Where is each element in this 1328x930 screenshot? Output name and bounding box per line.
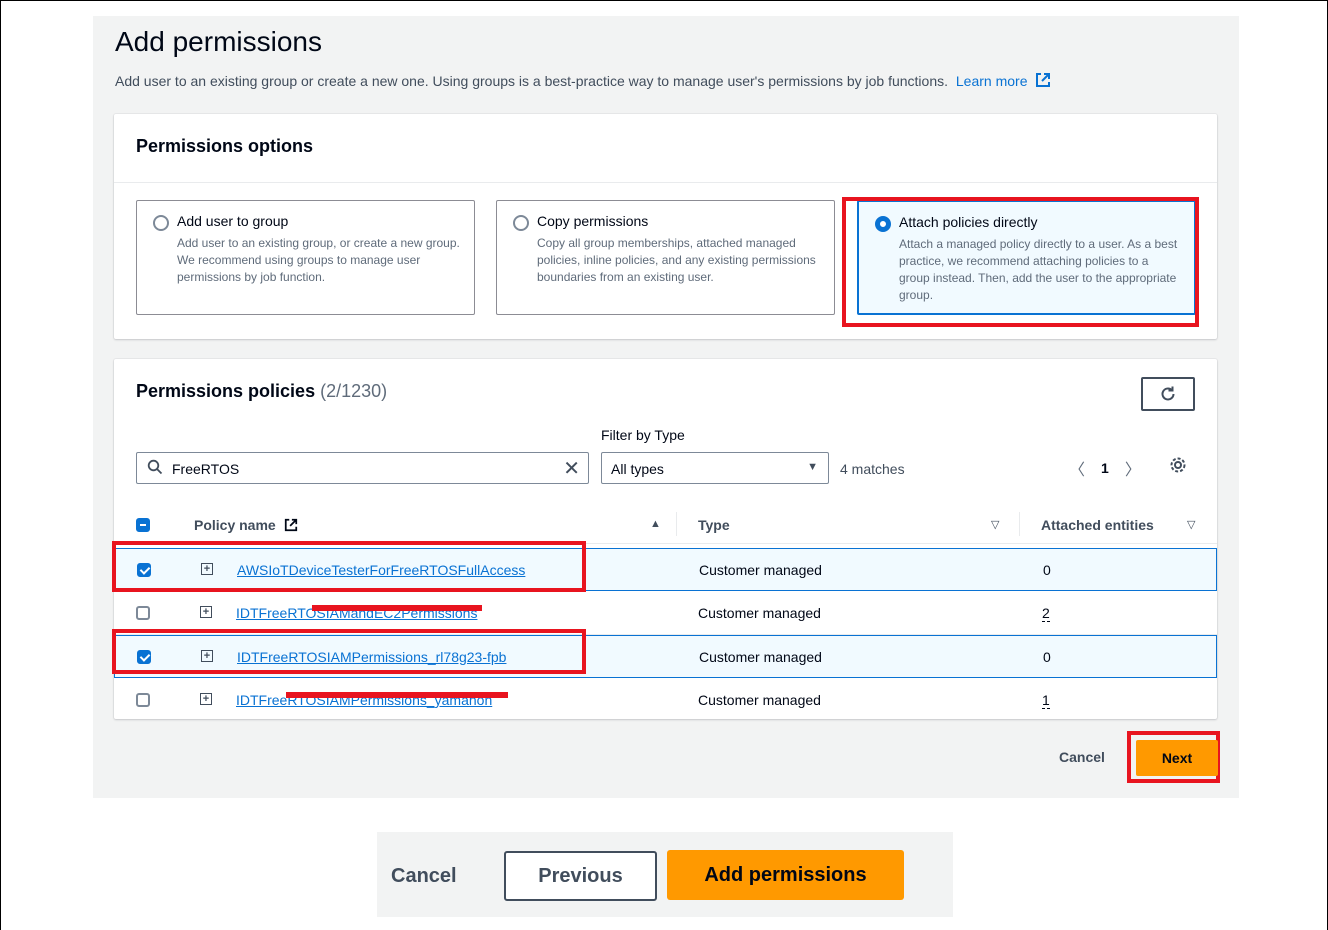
row-checkbox[interactable] — [136, 693, 150, 707]
previous-page-icon[interactable]: 〈 — [1069, 456, 1085, 480]
add-permissions-button[interactable]: Add permissions — [667, 850, 904, 900]
column-label: Policy name — [194, 517, 276, 533]
type-filter-select[interactable]: All types ▼ — [601, 452, 829, 484]
page-title: Add permissions — [115, 26, 322, 57]
column-attached-entities[interactable]: Attached entities — [1041, 517, 1154, 533]
radio-icon[interactable] — [513, 215, 529, 231]
policy-type: Customer managed — [699, 649, 822, 665]
policies-count: (2/1230) — [320, 381, 388, 401]
option-label: Add user to group — [177, 213, 289, 229]
type-filter-value: All types — [611, 461, 664, 477]
redaction-mark — [312, 605, 482, 611]
option-description: Copy all group memberships, attached man… — [537, 236, 816, 284]
policy-search-input[interactable]: FreeRTOS ✕ — [136, 452, 589, 484]
expand-icon[interactable]: + — [200, 606, 212, 618]
cancel-button[interactable]: Cancel — [1059, 749, 1105, 765]
option-description: Add user to an existing group, or create… — [177, 236, 460, 284]
option-add-user-to-group[interactable]: Add user to group Add user to an existin… — [136, 200, 475, 315]
add-permissions-panel: Add permissions Add user to an existing … — [93, 16, 1239, 798]
table-row[interactable]: + IDTFreeRTOSIAMPermissions_yamahon Cust… — [114, 679, 1217, 722]
external-link-icon — [1036, 73, 1051, 87]
refresh-button[interactable] — [1141, 377, 1195, 411]
sort-icon[interactable]: ▽ — [991, 518, 999, 531]
attached-entities[interactable]: 1 — [1042, 692, 1050, 709]
column-policy-name[interactable]: Policy name — [194, 517, 298, 533]
matches-count: 4 matches — [840, 461, 905, 477]
attached-entities[interactable]: 2 — [1042, 605, 1050, 622]
search-value: FreeRTOS — [172, 461, 240, 477]
next-page-icon[interactable]: 〉 — [1125, 456, 1141, 480]
policy-type: Customer managed — [699, 562, 822, 578]
external-link-icon — [284, 518, 297, 532]
redaction-mark — [286, 692, 508, 698]
permissions-policies-title: Permissions policies (2/1230) — [136, 381, 387, 402]
attached-entities: 0 — [1043, 562, 1051, 578]
column-separator — [1019, 512, 1020, 536]
cancel-button[interactable]: Cancel — [391, 865, 457, 888]
attached-entities: 0 — [1043, 649, 1051, 665]
divider — [114, 182, 1217, 183]
current-page[interactable]: 1 — [1101, 460, 1109, 476]
next-button[interactable]: Next — [1136, 740, 1218, 776]
clear-search-icon[interactable]: ✕ — [563, 456, 580, 481]
column-separator — [676, 512, 677, 536]
policies-title-text: Permissions policies — [136, 381, 316, 401]
policy-type: Customer managed — [698, 692, 821, 708]
learn-more-link[interactable]: Learn more — [956, 73, 1028, 89]
row-checkbox[interactable] — [136, 606, 150, 620]
select-all-checkbox[interactable] — [136, 518, 150, 532]
caret-down-icon: ▼ — [807, 461, 818, 473]
description-text: Add user to an existing group or create … — [115, 73, 948, 89]
page-description: Add user to an existing group or create … — [115, 72, 1051, 89]
option-label: Copy permissions — [537, 213, 649, 229]
search-icon — [147, 459, 163, 475]
sort-icon[interactable]: ▽ — [1187, 518, 1195, 531]
policy-type: Customer managed — [698, 605, 821, 621]
table-header: Policy name ▲ Type ▽ Attached entities ▽ — [114, 506, 1217, 544]
radio-icon[interactable] — [153, 215, 169, 231]
previous-button[interactable]: Previous — [504, 851, 657, 901]
column-type[interactable]: Type — [698, 517, 730, 533]
permissions-options-title: Permissions options — [136, 136, 314, 156]
annotation-highlight — [112, 629, 586, 674]
pagination: 〈 1 〉 — [1069, 456, 1141, 480]
gear-icon[interactable] — [1169, 456, 1187, 479]
annotation-highlight — [112, 541, 586, 592]
filter-by-type-label: Filter by Type — [601, 427, 685, 443]
annotation-highlight — [842, 197, 1199, 327]
option-copy-permissions[interactable]: Copy permissions Copy all group membersh… — [496, 200, 835, 315]
sort-ascending-icon[interactable]: ▲ — [650, 518, 661, 530]
wizard-footer: Cancel Previous Add permissions — [377, 832, 953, 917]
refresh-icon — [1161, 386, 1175, 401]
expand-icon[interactable]: + — [200, 693, 212, 705]
